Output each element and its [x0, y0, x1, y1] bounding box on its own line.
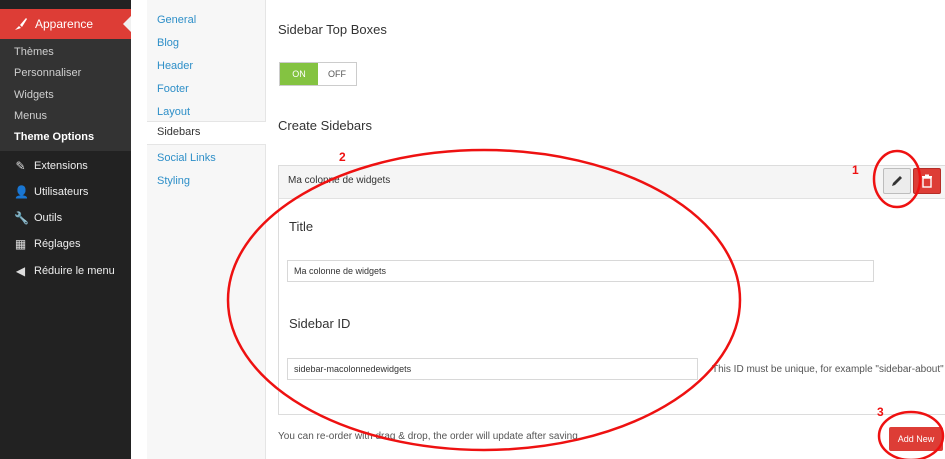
submenu-item-themes[interactable]: Thèmes [14, 46, 54, 58]
tab-blog[interactable]: Blog [157, 37, 179, 49]
menu-label: Réglages [34, 238, 81, 250]
tab-layout[interactable]: Layout [157, 106, 190, 118]
menu-label: Utilisateurs [34, 186, 89, 198]
menu-label: Apparence [35, 17, 94, 31]
menu-label: Extensions [34, 160, 88, 172]
tab-label: Sidebars [157, 126, 201, 138]
menu-item-reglages[interactable]: ▦ Réglages [14, 238, 124, 254]
sidebar-id-input[interactable] [287, 358, 698, 380]
paintbrush-icon [15, 18, 27, 30]
trash-icon [922, 174, 932, 188]
toggle-off[interactable]: OFF [318, 63, 356, 85]
menu-label: Réduire le menu [34, 265, 115, 277]
annotation-mark-1: 1 [852, 163, 859, 177]
menu-item-utilisateurs[interactable]: 👤 Utilisateurs [14, 186, 124, 202]
submenu-item-personnaliser[interactable]: Personnaliser [14, 67, 81, 79]
menu-item-reduire[interactable]: ◀ Réduire le menu [14, 265, 129, 281]
theme-options-tabs: General Blog Header Footer Layout Sideba… [147, 0, 266, 459]
submenu-item-menus[interactable]: Menus [14, 110, 47, 122]
title-label: Title [289, 219, 314, 234]
tab-sidebars[interactable]: Sidebars [147, 121, 266, 145]
menu-item-apparence[interactable]: Apparence [0, 9, 131, 39]
on-off-toggle[interactable]: ON OFF [279, 62, 357, 86]
sidebar-top-boxes-heading: Sidebar Top Boxes [278, 22, 387, 37]
tab-header[interactable]: Header [157, 60, 193, 72]
delete-button[interactable] [913, 168, 941, 194]
plugin-icon: ✎ [15, 159, 26, 173]
apparence-submenu: Thèmes Personnaliser Widgets Menus Theme… [0, 39, 131, 151]
main-content: Sidebar Top Boxes ON OFF Create Sidebars… [266, 0, 945, 459]
sidebar-id-help: This ID must be unique, for example "sid… [712, 364, 944, 375]
reorder-note: You can re-order with drag & drop, the o… [278, 431, 581, 442]
tab-styling[interactable]: Styling [157, 175, 190, 187]
current-menu-arrow [123, 16, 131, 32]
tab-footer[interactable]: Footer [157, 83, 189, 95]
tab-social-links[interactable]: Social Links [157, 152, 216, 164]
sidebar-id-label: Sidebar ID [289, 316, 351, 331]
collapse-icon: ◀ [15, 264, 26, 278]
settings-icon: ▦ [14, 237, 27, 251]
tab-general[interactable]: General [157, 14, 196, 26]
add-new-button[interactable]: Add New [889, 427, 943, 451]
sidebar-panel: Ma colonne de widgets Title Sidebar ID T… [278, 165, 945, 415]
sidebar-panel-header[interactable]: Ma colonne de widgets [279, 166, 945, 199]
create-sidebars-heading: Create Sidebars [278, 118, 372, 133]
menu-item-extensions[interactable]: ✎ Extensions [14, 160, 124, 176]
admin-sidebar: Apparence Thèmes Personnaliser Widgets M… [0, 0, 131, 459]
sidebar-panel-name: Ma colonne de widgets [288, 175, 391, 186]
annotation-mark-2: 2 [339, 150, 346, 164]
title-input[interactable] [287, 260, 874, 282]
menu-item-outils[interactable]: 🔧 Outils [14, 212, 124, 228]
menu-label: Outils [34, 212, 63, 224]
annotation-mark-3: 3 [877, 405, 884, 419]
edit-button[interactable] [883, 168, 911, 194]
tools-icon: 🔧 [14, 211, 29, 225]
pencil-icon [892, 176, 902, 186]
toggle-on[interactable]: ON [280, 63, 318, 85]
users-icon: 👤 [14, 185, 29, 199]
submenu-item-widgets[interactable]: Widgets [14, 89, 54, 101]
submenu-item-theme-options[interactable]: Theme Options [14, 131, 94, 143]
